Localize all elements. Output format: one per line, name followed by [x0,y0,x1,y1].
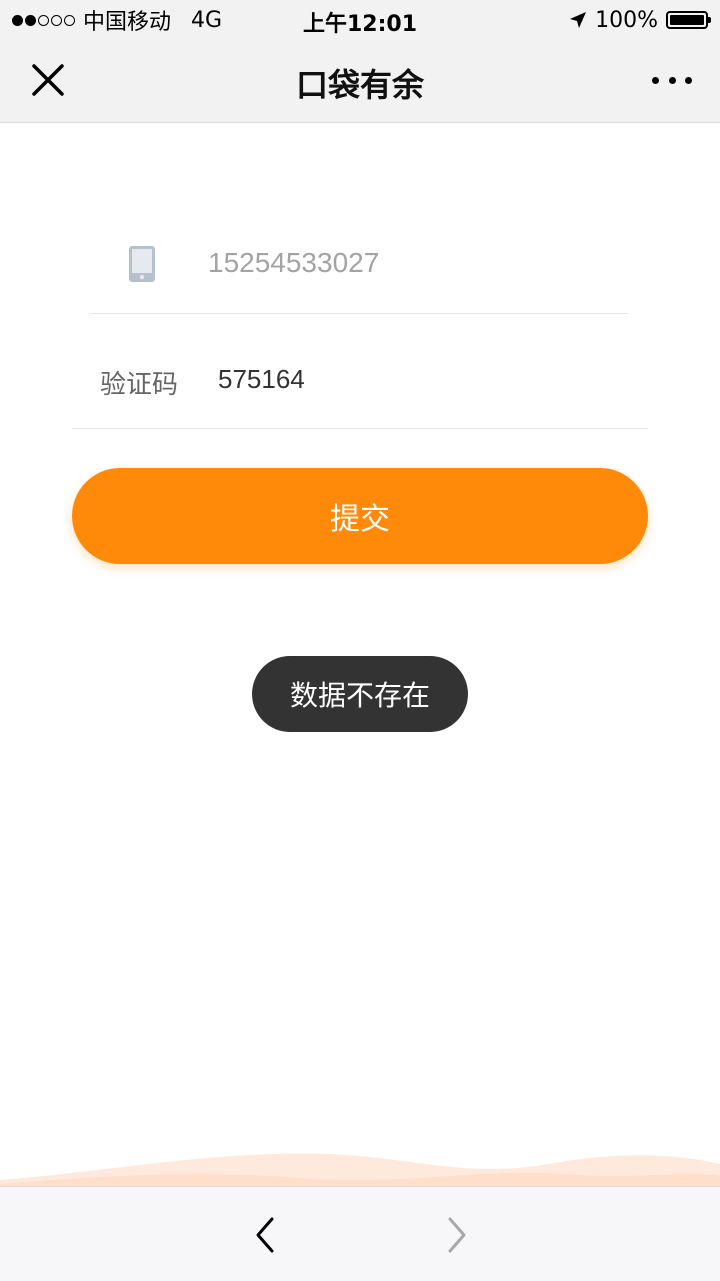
toast-message: 数据不存在 [252,656,468,732]
phone-field[interactable]: 15254533027 [208,247,379,279]
more-button[interactable] [652,70,692,90]
chevron-right-icon [448,1217,466,1253]
battery-icon [666,11,711,29]
forward-button[interactable] [440,1215,472,1255]
code-input[interactable]: 575164 [218,364,305,395]
location-arrow-icon [570,12,587,28]
code-label: 验证码 [100,370,179,400]
back-button[interactable] [250,1215,282,1255]
battery-percent: 100% [595,7,658,33]
nav-bar: 口袋有余 [0,40,720,123]
chevron-left-icon [256,1217,274,1253]
code-field-row: 验证码 575164 [72,332,648,429]
submit-button[interactable]: 提交 [72,468,648,564]
phone-field-row: 15254533027 [90,215,628,314]
phone-icon [129,246,155,282]
decorative-wave [0,1153,720,1186]
more-icon [652,76,659,84]
page-title: 口袋有余 [295,66,424,104]
status-bar-right: 100% [569,6,711,34]
bottom-nav-bar [0,1186,720,1281]
status-bar: 中国移动 4G 上午12:01 100% [0,0,720,40]
